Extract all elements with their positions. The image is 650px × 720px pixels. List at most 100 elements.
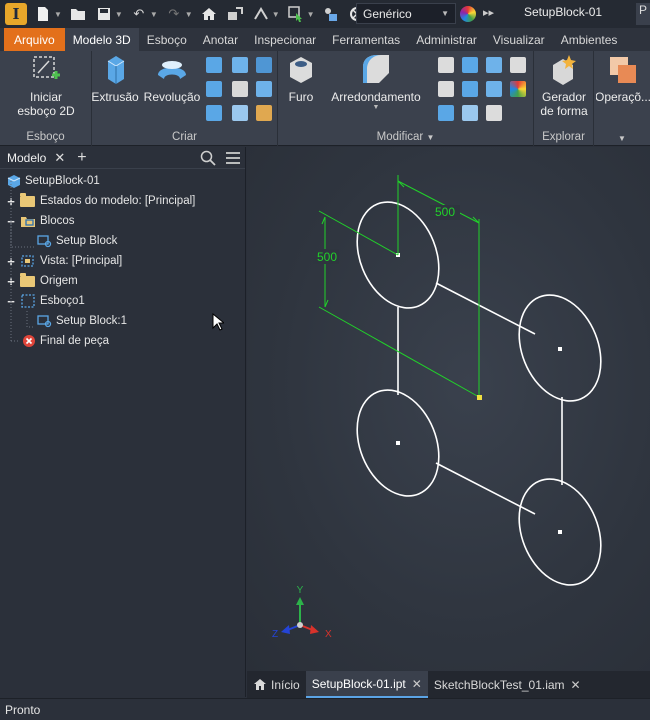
appearance-select[interactable]: Genérico ▼ — [356, 3, 456, 24]
update-icon[interactable] — [225, 4, 245, 24]
ribbon-group-operations: Operaçõ... ▼ — [594, 51, 650, 146]
split-icon[interactable] — [486, 57, 502, 73]
delete-face-icon[interactable] — [486, 105, 502, 121]
home-icon[interactable] — [199, 4, 219, 24]
revolve-button[interactable]: Revolução — [144, 53, 200, 104]
group-label-sketch: Esboço — [26, 131, 65, 143]
center-point[interactable] — [558, 347, 562, 351]
thicken-icon[interactable] — [462, 81, 478, 97]
new-file-icon[interactable] — [33, 4, 53, 24]
color-override-icon[interactable] — [460, 6, 476, 22]
close-tab-icon[interactable]: ✕ — [412, 677, 422, 691]
status-bar: Pronto — [0, 698, 650, 720]
group-label-create: Criar — [172, 131, 197, 143]
measure-dropdown-icon[interactable]: ▼ — [272, 10, 280, 19]
emboss-icon[interactable] — [232, 81, 248, 97]
tab-setupblock-ipt[interactable]: SetupBlock-01.ipt ✕ — [305, 671, 428, 698]
group-label-explore: Explorar — [542, 131, 585, 143]
center-point[interactable] — [558, 530, 562, 534]
loft-icon[interactable] — [206, 57, 222, 73]
modify-expand-icon[interactable]: ▼ — [426, 133, 434, 142]
import-icon[interactable] — [256, 105, 272, 121]
draft-icon[interactable] — [438, 81, 454, 97]
add-icon[interactable]: + — [77, 149, 86, 167]
sketch-point[interactable] — [477, 395, 482, 400]
model-browser: Modelo ✕ + SetupBlock-01 + Estados do mo… — [0, 147, 246, 697]
select-icon[interactable] — [286, 4, 306, 24]
shell-icon[interactable] — [462, 57, 478, 73]
axis-y-label: Y — [297, 585, 304, 596]
quick-access-toolbar: I ▼ ▼ ↶ ▼ ↷ ▼ ▼ ▼ Genérico ▼ ▸▸ SetupBlock… — [0, 0, 650, 28]
revolve-icon — [158, 61, 186, 79]
tab-ferramentas[interactable]: Ferramentas — [324, 28, 408, 51]
new-dropdown-icon[interactable]: ▼ — [54, 10, 62, 19]
derive-icon[interactable] — [256, 81, 272, 97]
tab-sketchblocktest-iam[interactable]: SketchBlockTest_01.iam ✕ — [428, 671, 587, 698]
direct-edit-icon[interactable] — [510, 57, 526, 73]
thread-icon[interactable] — [438, 105, 454, 121]
decal-icon[interactable] — [232, 105, 248, 121]
tab-modelo-3d[interactable]: Modelo 3D — [64, 28, 139, 51]
redo-icon[interactable]: ↷ — [164, 4, 184, 24]
dimension-horizontal-value[interactable]: 500 — [435, 205, 455, 219]
extrude-button[interactable]: Extrusão — [91, 53, 139, 104]
save-icon[interactable] — [94, 4, 114, 24]
dim-arrows — [321, 180, 480, 308]
material-icon[interactable] — [321, 4, 341, 24]
start-2d-sketch-button[interactable]: Iniciar esboço 2D — [14, 53, 78, 118]
redo-dropdown-icon[interactable]: ▼ — [185, 10, 193, 19]
center-point[interactable] — [396, 441, 400, 445]
coil-icon[interactable] — [206, 81, 222, 97]
tree-guide-lines — [10, 181, 34, 342]
undo-dropdown-icon[interactable]: ▼ — [150, 10, 158, 19]
tab-administrar[interactable]: Administrar — [408, 28, 485, 51]
x-axis-arrow — [310, 625, 319, 634]
tab-label: Início — [271, 677, 300, 692]
combine-icon[interactable] — [486, 81, 502, 97]
home-icon — [254, 679, 266, 690]
undo-icon[interactable]: ↶ — [129, 4, 149, 24]
close-tab-icon[interactable]: ✕ — [571, 678, 581, 692]
fillet-dropdown-icon[interactable]: ▼ — [373, 104, 380, 111]
group-label-modify: Modificar ▼ — [278, 131, 533, 143]
chamfer-icon[interactable] — [438, 57, 454, 73]
shape-generator-button[interactable]: Gerador de forma — [536, 53, 592, 118]
hole-button[interactable]: Furo — [278, 53, 324, 104]
save-dropdown-icon[interactable]: ▼ — [115, 10, 123, 19]
tab-visualizar[interactable]: Visualizar — [485, 28, 553, 51]
tab-arquivo[interactable]: Arquivo — [4, 28, 65, 51]
sketch-canvas[interactable]: 500 500 Y X Z — [247, 147, 650, 671]
fillet-button[interactable]: Arredondamento ▼ — [330, 53, 422, 111]
tab-anotar[interactable]: Anotar — [195, 28, 246, 51]
search-help-box[interactable]: P — [636, 3, 650, 25]
open-folder-icon[interactable] — [68, 4, 88, 24]
tab-inspecionar[interactable]: Inspecionar — [246, 28, 324, 51]
ribbon-tabs: Arquivo Modelo 3D Esboço Anotar Inspecio… — [0, 28, 650, 51]
tab-ambientes[interactable]: Ambientes — [553, 28, 626, 51]
operations-button[interactable]: Operaçõ... — [596, 53, 650, 104]
spring-icon[interactable] — [206, 105, 222, 121]
start-sketch-icon — [33, 56, 60, 79]
copy-object-icon[interactable] — [510, 81, 526, 97]
search-icon[interactable] — [200, 150, 216, 166]
tree-item-label: Setup Block:1 — [56, 315, 127, 327]
rib-icon[interactable] — [256, 57, 272, 73]
menu-icon[interactable] — [225, 151, 241, 165]
extrude-label: Extrusão — [91, 90, 139, 104]
replace-face-icon[interactable] — [462, 105, 478, 121]
operations-expand-icon[interactable]: ▼ — [594, 134, 650, 143]
select-dropdown-icon[interactable]: ▼ — [307, 10, 315, 19]
axis-x-label: X — [325, 629, 332, 640]
operations-label: Operaçõ... — [596, 90, 650, 104]
measure-icon[interactable] — [251, 4, 271, 24]
axis-z-label: Z — [272, 629, 278, 640]
more-icon[interactable]: ▸▸ — [483, 6, 494, 19]
tab-esboco[interactable]: Esboço — [139, 28, 195, 51]
dimension-vertical-value[interactable]: 500 — [317, 250, 337, 264]
operations-icon — [610, 57, 636, 83]
tab-home[interactable]: Início — [247, 671, 306, 698]
graphics-viewport[interactable]: 500 500 Y X Z — [247, 147, 650, 671]
fillet-label: Arredondamento — [331, 90, 421, 104]
sweep-icon[interactable] — [232, 57, 248, 73]
app-logo[interactable]: I — [5, 3, 27, 25]
